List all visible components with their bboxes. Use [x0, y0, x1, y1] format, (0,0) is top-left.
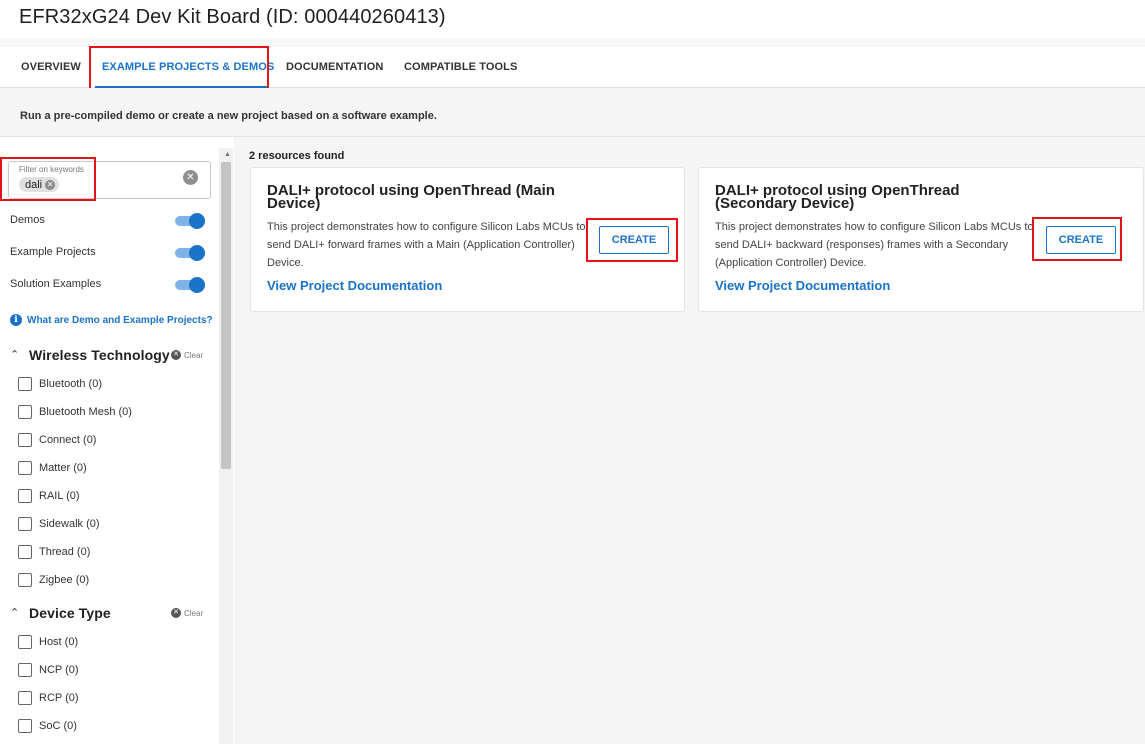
clear-wireless-button[interactable]: ✕ Clear	[171, 350, 203, 360]
checkbox[interactable]	[18, 691, 32, 705]
card-title: DALI+ protocol using OpenThread (Seconda…	[715, 182, 960, 212]
checkbox-label: RCP (0)	[39, 692, 79, 704]
toggle-solution-examples-label: Solution Examples	[10, 278, 102, 290]
tab-example-projects-demos[interactable]: EXAMPLE PROJECTS & DEMOS	[102, 61, 274, 73]
section-wireless-technology[interactable]: ⌃ Wireless Technology ✕ Clear	[10, 346, 210, 366]
checkbox[interactable]	[18, 405, 32, 419]
toggle-example-projects: Example Projects	[10, 243, 205, 263]
section-title: Wireless Technology	[29, 347, 170, 363]
checkbox[interactable]	[18, 663, 32, 677]
toggle-demos-switch[interactable]	[173, 213, 205, 229]
checkbox-label: Zigbee (0)	[39, 574, 90, 586]
clear-label: Clear	[184, 350, 204, 360]
scroll-up-arrow-icon[interactable]: ▲	[224, 151, 231, 158]
toggle-demos-label: Demos	[10, 214, 45, 226]
checkbox[interactable]	[18, 573, 32, 587]
section-device-type[interactable]: ⌃ Device Type ✕ Clear	[10, 604, 210, 624]
view-documentation-link[interactable]: View Project Documentation	[267, 278, 442, 293]
filter-label: Filter on keywords	[19, 165, 84, 174]
create-button[interactable]: CREATE	[1046, 226, 1116, 254]
checkbox-host[interactable]: Host (0)	[18, 634, 78, 650]
checkbox-label: Bluetooth (0)	[39, 378, 102, 390]
chevron-up-icon[interactable]: ⌃	[10, 606, 19, 619]
toggle-example-projects-label: Example Projects	[10, 246, 96, 258]
page-title: EFR32xG24 Dev Kit Board (ID: 00044026041…	[19, 6, 446, 28]
create-button[interactable]: CREATE	[599, 226, 669, 254]
checkbox-label: SoC (0)	[39, 720, 77, 732]
checkbox-bluetooth-mesh[interactable]: Bluetooth Mesh (0)	[18, 404, 132, 420]
tab-documentation[interactable]: DOCUMENTATION	[286, 61, 383, 73]
card-title: DALI+ protocol using OpenThread (Main De…	[267, 182, 555, 212]
tab-overview[interactable]: OVERVIEW	[21, 61, 81, 73]
toggle-solution-examples: Solution Examples	[10, 275, 205, 295]
demo-info-link-label: What are Demo and Example Projects?	[27, 314, 213, 326]
checkbox-label: Sidewalk (0)	[39, 518, 100, 530]
clear-icon: ✕	[171, 350, 181, 360]
checkbox-label: Thread (0)	[39, 546, 91, 558]
demo-info-link[interactable]: i What are Demo and Example Projects?	[10, 314, 213, 326]
clear-filter-icon[interactable]: ✕	[183, 170, 198, 185]
project-card-secondary-device: DALI+ protocol using OpenThread (Seconda…	[698, 167, 1144, 312]
checkbox-label: NCP (0)	[39, 664, 79, 676]
checkbox-soc[interactable]: SoC (0)	[18, 718, 77, 734]
checkbox-sidewalk[interactable]: Sidewalk (0)	[18, 516, 100, 532]
project-card-main-device: DALI+ protocol using OpenThread (Main De…	[250, 167, 685, 312]
card-description: This project demonstrates how to configu…	[267, 221, 586, 269]
checkbox-bluetooth[interactable]: Bluetooth (0)	[18, 376, 102, 392]
clear-label: Clear	[184, 608, 204, 618]
checkbox-zigbee[interactable]: Zigbee (0)	[18, 572, 89, 588]
checkbox-ncp[interactable]: NCP (0)	[18, 662, 79, 678]
keyword-chip[interactable]: dali ✕	[19, 177, 60, 192]
checkbox[interactable]	[18, 461, 32, 475]
checkbox[interactable]	[18, 377, 32, 391]
filter-sidebar: ▲ Filter on keywords dali ✕ ✕ Demos Exam…	[0, 148, 233, 744]
checkbox-label: Bluetooth Mesh (0)	[39, 406, 132, 418]
card-description: This project demonstrates how to configu…	[715, 221, 1034, 269]
checkbox-rail[interactable]: RAIL (0)	[18, 488, 80, 504]
toggle-example-projects-switch[interactable]	[173, 245, 205, 261]
tab-bar: OVERVIEW EXAMPLE PROJECTS & DEMOS DOCUME…	[0, 38, 1145, 88]
chevron-up-icon[interactable]: ⌃	[10, 348, 19, 361]
checkbox[interactable]	[18, 545, 32, 559]
checkbox-matter[interactable]: Matter (0)	[18, 460, 87, 476]
clear-device-type-button[interactable]: ✕ Clear	[171, 608, 203, 618]
tab-bar-band	[0, 38, 1145, 47]
checkbox[interactable]	[18, 433, 32, 447]
checkbox-connect[interactable]: Connect (0)	[18, 432, 96, 448]
checkbox-thread[interactable]: Thread (0)	[18, 544, 90, 560]
checkbox-label: RAIL (0)	[39, 490, 80, 502]
page-subtitle: Run a pre-compiled demo or create a new …	[20, 110, 437, 122]
info-icon: i	[10, 314, 22, 326]
keyword-filter-input[interactable]: Filter on keywords dali ✕ ✕	[8, 161, 211, 199]
checkbox[interactable]	[18, 635, 32, 649]
checkbox-label: Host (0)	[39, 636, 79, 648]
tab-compatible-tools[interactable]: COMPATIBLE TOOLS	[404, 61, 517, 73]
results-panel: 2 resources found DALI+ protocol using O…	[234, 137, 1145, 744]
checkbox[interactable]	[18, 719, 32, 733]
sidebar-scroll-thumb[interactable]	[221, 162, 231, 469]
checkbox[interactable]	[18, 517, 32, 531]
checkbox[interactable]	[18, 489, 32, 503]
chip-remove-icon[interactable]: ✕	[45, 179, 56, 190]
clear-icon: ✕	[171, 608, 181, 618]
section-title: Device Type	[29, 605, 111, 621]
description-bar: Run a pre-compiled demo or create a new …	[0, 88, 1145, 137]
keyword-chip-label: dali	[25, 178, 43, 191]
checkbox-rcp[interactable]: RCP (0)	[18, 690, 79, 706]
toggle-demos: Demos	[10, 211, 205, 231]
toggle-solution-examples-switch[interactable]	[173, 277, 205, 293]
results-count: 2 resources found	[249, 150, 345, 162]
view-documentation-link[interactable]: View Project Documentation	[715, 278, 890, 293]
checkbox-label: Connect (0)	[39, 434, 97, 446]
checkbox-label: Matter (0)	[39, 462, 87, 474]
